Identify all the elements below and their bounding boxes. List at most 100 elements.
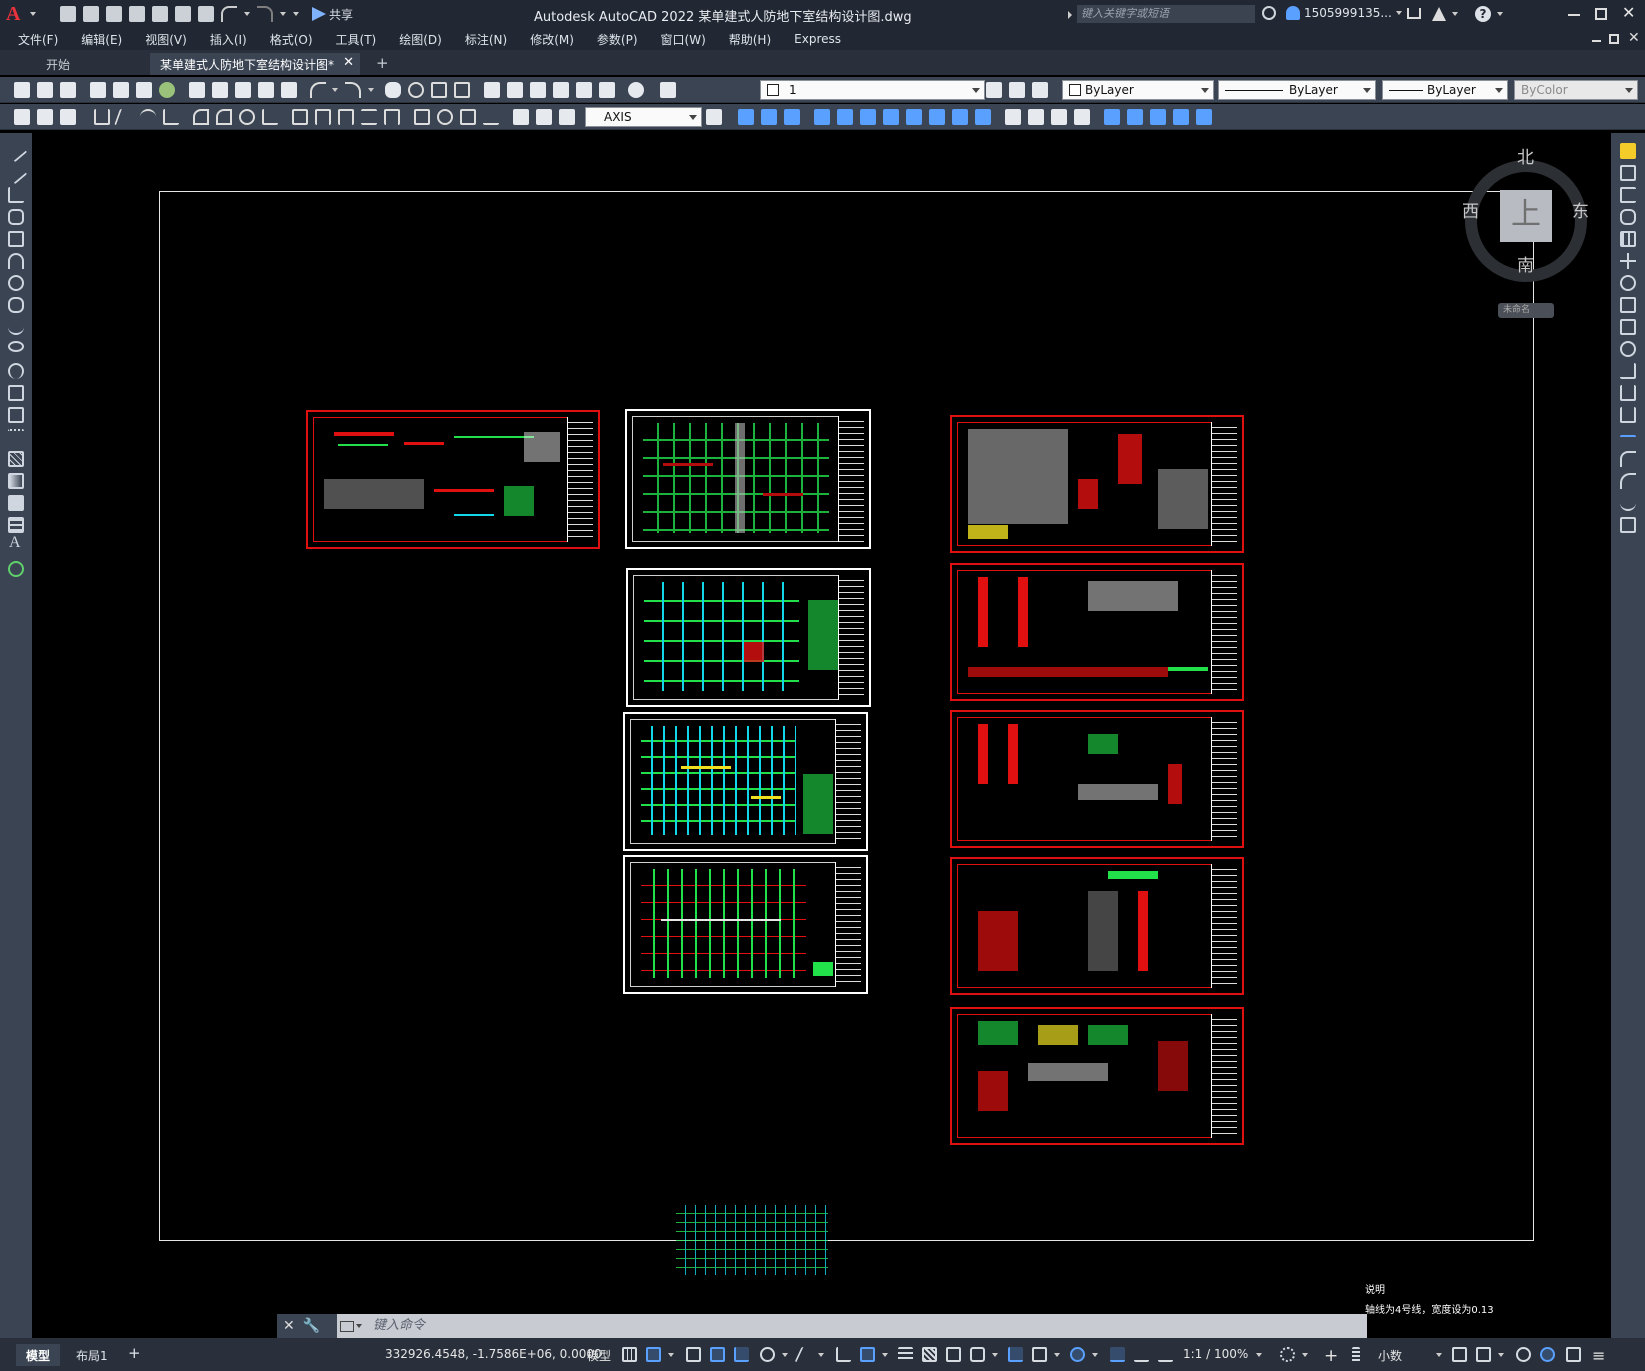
arc-icon[interactable] xyxy=(8,253,24,269)
command-customize-icon[interactable]: 🔧 xyxy=(303,1318,320,1334)
align-icon[interactable] xyxy=(1150,109,1166,125)
lengthen-icon[interactable] xyxy=(1127,109,1143,125)
autocad-logo[interactable]: A xyxy=(6,3,28,25)
drawing-sheet-plan-4[interactable] xyxy=(623,855,868,994)
stretch-icon[interactable] xyxy=(929,109,945,125)
drawing-sheet-details-3[interactable] xyxy=(950,710,1244,848)
ortho-icon[interactable] xyxy=(734,1347,749,1362)
tool-palettes-icon[interactable] xyxy=(530,82,546,98)
save-to-web-icon[interactable] xyxy=(175,6,191,22)
drawing-sheet-details-2[interactable] xyxy=(950,563,1244,701)
paste-icon[interactable] xyxy=(235,82,251,98)
drawing-sheet-plan-1[interactable] xyxy=(625,409,871,549)
customize-qat-icon[interactable] xyxy=(293,12,299,16)
lineweight-dropdown[interactable]: ByLayer xyxy=(1382,80,1508,100)
workspace-dropdown-icon[interactable] xyxy=(1302,1353,1308,1357)
help-icon[interactable]: ? xyxy=(1475,6,1491,22)
tab-model[interactable]: 模型 xyxy=(16,1344,61,1366)
drawing-sheet-details-5[interactable] xyxy=(950,1007,1244,1145)
object-snap-icon[interactable] xyxy=(860,1347,875,1362)
plotstyle-dropdown[interactable]: ByColor xyxy=(1514,80,1638,100)
properties-icon[interactable] xyxy=(484,82,500,98)
break-icon[interactable] xyxy=(1005,109,1021,125)
layer-dropdown[interactable]: 1 xyxy=(760,80,985,100)
doc-minimize-icon[interactable] xyxy=(1592,40,1601,42)
cut-icon[interactable] xyxy=(189,82,205,98)
doc-restore-icon[interactable] xyxy=(1609,34,1619,44)
tab-document[interactable]: 某单建式人防地下室结构设计图* ✕ xyxy=(150,53,360,75)
join-icon[interactable] xyxy=(1028,109,1044,125)
annotation-monitor-icon[interactable]: + xyxy=(1324,1346,1338,1366)
isodraft-icon[interactable] xyxy=(794,1347,817,1362)
clean-screen-icon[interactable] xyxy=(1566,1347,1581,1362)
doc-close-icon[interactable]: ✕ xyxy=(1628,30,1640,46)
viewcube-south[interactable]: 南 xyxy=(1517,251,1534,276)
copy-icon[interactable] xyxy=(212,82,228,98)
angular-dimension-icon[interactable] xyxy=(262,109,278,125)
aligned-dimension-icon[interactable] xyxy=(114,109,136,125)
command-close-icon[interactable]: ✕ xyxy=(283,1318,295,1334)
toolbar-redo-icon[interactable] xyxy=(345,82,361,98)
toolbar-help-icon[interactable] xyxy=(628,82,644,98)
drawing-sheet-details-1[interactable] xyxy=(306,410,600,549)
menu-tools[interactable]: 工具(T) xyxy=(336,31,377,48)
baseline-dimension-icon[interactable] xyxy=(315,109,331,125)
gizmo-dropdown-icon[interactable] xyxy=(1092,1353,1098,1357)
jogged-linear-icon[interactable] xyxy=(483,109,499,125)
side-explode-icon[interactable] xyxy=(1620,517,1636,533)
save-icon[interactable] xyxy=(106,6,122,22)
region-icon[interactable] xyxy=(8,495,24,511)
annotation-scale-dropdown-icon[interactable] xyxy=(1256,1353,1262,1357)
hatch-icon[interactable] xyxy=(8,451,24,467)
viewcube-north[interactable]: 北 xyxy=(1517,143,1534,168)
a360-dropdown-icon[interactable] xyxy=(1452,12,1458,16)
menu-express[interactable]: Express xyxy=(794,32,841,46)
3d-print-icon[interactable] xyxy=(159,82,175,98)
radius-dimension-icon[interactable] xyxy=(193,109,209,125)
menu-dimension[interactable]: 标注(N) xyxy=(465,31,507,48)
menu-view[interactable]: 视图(V) xyxy=(145,31,187,48)
linear-dimension-icon[interactable] xyxy=(94,109,110,125)
save-toolbar-icon[interactable] xyxy=(60,82,76,98)
insert-block-side-icon[interactable] xyxy=(8,385,24,401)
add-selected-icon[interactable] xyxy=(8,561,24,577)
explode-icon[interactable] xyxy=(1104,109,1120,125)
side-offset-icon[interactable] xyxy=(1620,209,1636,225)
multiline-text-icon[interactable]: A xyxy=(9,534,21,552)
blend-icon[interactable] xyxy=(1173,109,1189,125)
minimize-icon[interactable] xyxy=(1568,14,1580,16)
toolbar-undo-icon[interactable] xyxy=(310,82,326,98)
side-join-icon[interactable] xyxy=(1620,435,1636,451)
diameter-dimension-icon[interactable] xyxy=(239,109,255,125)
dimension-text-edit-icon[interactable] xyxy=(536,109,552,125)
object-snap-tracking-icon[interactable] xyxy=(836,1347,851,1362)
selection-cycling-icon[interactable] xyxy=(946,1347,961,1362)
match-properties-icon[interactable] xyxy=(258,82,274,98)
inspection-icon[interactable] xyxy=(460,109,476,125)
side-extend-icon[interactable] xyxy=(1620,363,1636,379)
side-stretch-icon[interactable] xyxy=(1620,319,1636,335)
linetype-dropdown[interactable]: ByLayer xyxy=(1218,80,1376,100)
workspace-gear-icon[interactable] xyxy=(1280,1347,1295,1362)
save-as-icon[interactable] xyxy=(129,6,145,22)
design-center-icon[interactable] xyxy=(507,82,523,98)
model-space-toggle[interactable]: 模型 xyxy=(587,1347,611,1364)
open-icon[interactable] xyxy=(37,82,53,98)
plot-icon[interactable] xyxy=(198,6,214,22)
units-dropdown-icon[interactable] xyxy=(1436,1353,1442,1357)
side-break-at-point-icon[interactable] xyxy=(1620,385,1636,401)
calculator-icon[interactable] xyxy=(599,82,615,98)
matchprop-brush-icon[interactable] xyxy=(281,82,297,98)
mirror-icon[interactable] xyxy=(784,109,800,125)
menu-file[interactable]: 文件(F) xyxy=(18,31,58,48)
menu-format[interactable]: 格式(O) xyxy=(270,31,313,48)
side-move-icon[interactable] xyxy=(1620,253,1636,269)
dimension-edit-icon[interactable] xyxy=(513,109,529,125)
table-icon[interactable] xyxy=(8,517,24,533)
menu-help[interactable]: 帮助(H) xyxy=(729,31,771,48)
side-blend-icon[interactable] xyxy=(1620,495,1636,511)
markup-icon[interactable] xyxy=(576,82,592,98)
infer-constraints-icon[interactable] xyxy=(686,1347,701,1362)
viewcube-west[interactable]: 西 xyxy=(1462,197,1479,222)
print-preview-icon[interactable] xyxy=(113,82,129,98)
